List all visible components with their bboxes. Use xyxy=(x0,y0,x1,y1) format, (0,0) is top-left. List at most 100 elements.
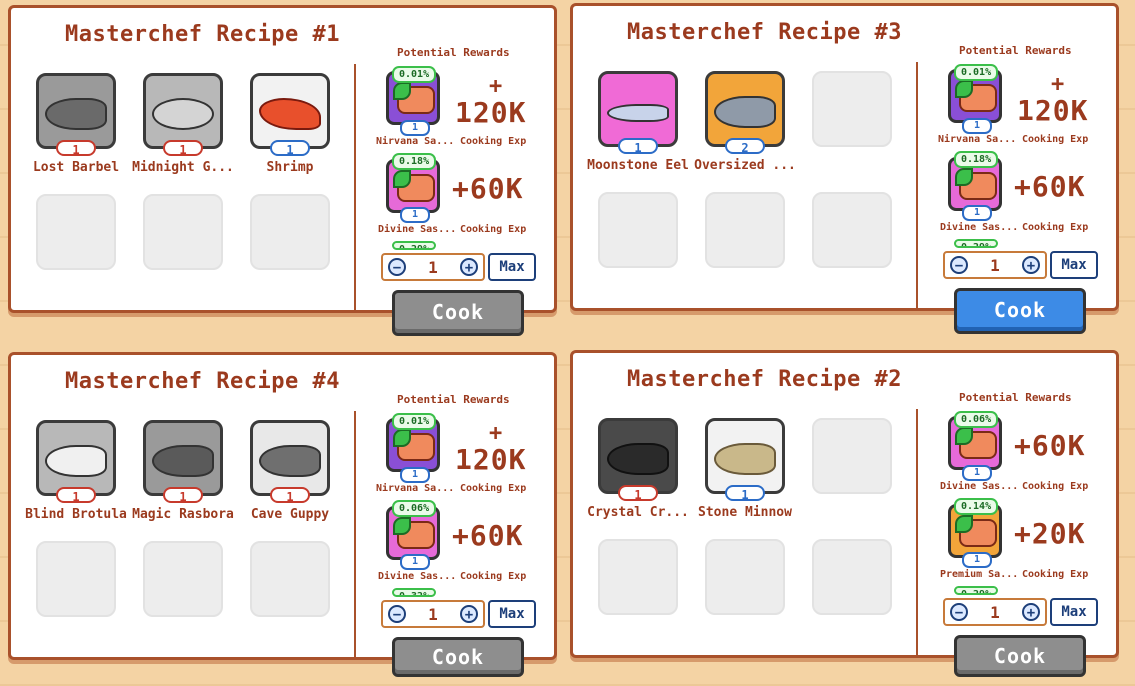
ingredient-qty-badge: 1 xyxy=(163,140,203,157)
drop-chance-badge: 0.32% xyxy=(392,588,437,597)
drop-chance-badge: 0.06% xyxy=(392,500,437,517)
empty-ingredient-slot[interactable] xyxy=(143,194,223,270)
empty-ingredient-slot[interactable] xyxy=(250,541,330,617)
reward-name: Nirvana Sa... xyxy=(938,134,1016,145)
cook-button[interactable]: Cook xyxy=(954,288,1086,334)
ingredient-name: Midnight G... xyxy=(132,160,234,175)
minus-icon[interactable]: − xyxy=(388,258,406,276)
minus-icon[interactable]: − xyxy=(950,256,968,274)
ingredient-slot-2[interactable] xyxy=(143,73,223,149)
reward-amount: 120K xyxy=(1017,94,1089,127)
reward-amount: +60K xyxy=(1014,429,1086,462)
ingredient-slot-2[interactable] xyxy=(705,418,785,494)
empty-ingredient-slot[interactable] xyxy=(36,194,116,270)
max-button[interactable]: Max xyxy=(488,253,536,281)
reward-exp-label: Cooking Exp xyxy=(460,224,527,235)
ingredient-slot-1[interactable] xyxy=(598,71,678,147)
ingredient-name: Moonstone Eel xyxy=(587,158,689,173)
plus-icon[interactable]: + xyxy=(1022,256,1040,274)
empty-ingredient-slot[interactable] xyxy=(705,539,785,615)
reward-qty-badge: 1 xyxy=(962,465,992,481)
quantity-stepper: − 1 + xyxy=(381,600,485,628)
reward-amount: +20K xyxy=(1014,517,1086,550)
empty-ingredient-slot[interactable] xyxy=(598,539,678,615)
potential-rewards-label: Potential Rewards xyxy=(397,46,510,59)
plus-icon[interactable]: + xyxy=(460,605,478,623)
drop-chance-badge: 0.01% xyxy=(392,66,437,83)
cook-button[interactable]: Cook xyxy=(392,637,524,677)
ingredient-slot-1[interactable] xyxy=(36,73,116,149)
ingredient-slot-2[interactable] xyxy=(143,420,223,496)
plus-icon[interactable]: + xyxy=(460,258,478,276)
reward-name: Nirvana Sa... xyxy=(376,483,454,494)
drop-chance-badge: 0.18% xyxy=(954,151,999,168)
ingredient-name: Crystal Cr... xyxy=(587,505,689,520)
potential-rewards-label: Potential Rewards xyxy=(959,44,1072,57)
reward-name: Nirvana Sa... xyxy=(376,136,454,147)
reward-qty-badge: 1 xyxy=(962,552,992,568)
ingredient-qty-badge: 1 xyxy=(725,485,765,502)
minus-icon[interactable]: − xyxy=(950,603,968,621)
stone-minnow-icon xyxy=(714,443,776,475)
leaf-icon xyxy=(393,429,411,447)
ingredient-slot-2[interactable] xyxy=(705,71,785,147)
oversized-fish-icon xyxy=(714,96,776,128)
ingredient-slot-3[interactable] xyxy=(250,420,330,496)
ingredient-slot-3[interactable] xyxy=(250,73,330,149)
empty-ingredient-slot[interactable] xyxy=(812,71,892,147)
reward-amount: +60K xyxy=(1014,170,1086,203)
quantity-value: 1 xyxy=(428,605,438,624)
reward-name: Divine Sas... xyxy=(378,571,456,582)
recipe-title: Masterchef Recipe #3 xyxy=(627,20,902,45)
reward-qty-badge: 1 xyxy=(962,205,992,221)
reward-exp-label: Cooking Exp xyxy=(460,136,527,147)
leaf-icon xyxy=(955,80,973,98)
recipe-title: Masterchef Recipe #1 xyxy=(65,22,340,47)
empty-ingredient-slot[interactable] xyxy=(143,541,223,617)
drop-chance-badge: 0.29% xyxy=(392,241,437,250)
minus-icon[interactable]: − xyxy=(388,605,406,623)
reward-name: Premium Sa... xyxy=(940,569,1018,580)
max-button[interactable]: Max xyxy=(1050,251,1098,279)
leaf-icon xyxy=(393,82,411,100)
blind-brotula-icon xyxy=(45,445,107,477)
ingredient-qty-badge: 1 xyxy=(56,487,96,504)
recipe-panel-2: Masterchef Recipe #2 1 Crystal Cr... 1 S… xyxy=(570,350,1119,677)
leaf-icon xyxy=(393,517,411,535)
empty-ingredient-slot[interactable] xyxy=(812,418,892,494)
empty-ingredient-slot[interactable] xyxy=(250,194,330,270)
drop-chance-badge: 0.18% xyxy=(392,153,437,170)
max-button[interactable]: Max xyxy=(1050,598,1098,626)
magic-rasbora-icon xyxy=(152,445,214,477)
leaf-icon xyxy=(955,168,973,186)
ingredient-slot-1[interactable] xyxy=(598,418,678,494)
empty-ingredient-slot[interactable] xyxy=(36,541,116,617)
empty-ingredient-slot[interactable] xyxy=(705,192,785,268)
reward-exp-label: Cooking Exp xyxy=(1022,569,1089,580)
midnight-fish-icon xyxy=(152,98,214,130)
ingredient-slot-1[interactable] xyxy=(36,420,116,496)
plus-icon[interactable]: + xyxy=(1022,603,1040,621)
empty-ingredient-slot[interactable] xyxy=(598,192,678,268)
reward-amount: 120K xyxy=(455,96,527,129)
empty-ingredient-slot[interactable] xyxy=(812,192,892,268)
cook-button[interactable]: Cook xyxy=(392,290,524,336)
cave-guppy-icon xyxy=(259,445,321,477)
reward-name: Divine Sas... xyxy=(940,222,1018,233)
reward-exp-label: Cooking Exp xyxy=(460,483,527,494)
drop-chance-badge: 0.01% xyxy=(392,413,437,430)
max-button[interactable]: Max xyxy=(488,600,536,628)
cook-button[interactable]: Cook xyxy=(954,635,1086,677)
moonstone-eel-icon xyxy=(607,104,669,122)
quantity-value: 1 xyxy=(428,258,438,277)
reward-name: Divine Sas... xyxy=(940,481,1018,492)
ingredient-name: Shrimp xyxy=(266,160,314,175)
ingredient-qty-badge: 1 xyxy=(56,140,96,157)
ingredient-name: Blind Brotula xyxy=(25,507,127,522)
quantity-stepper: − 1 + xyxy=(943,251,1047,279)
empty-ingredient-slot[interactable] xyxy=(812,539,892,615)
panel-divider xyxy=(916,62,918,308)
potential-rewards-label: Potential Rewards xyxy=(397,393,510,406)
reward-exp-label: Cooking Exp xyxy=(1022,222,1089,233)
shrimp-icon xyxy=(259,98,321,130)
